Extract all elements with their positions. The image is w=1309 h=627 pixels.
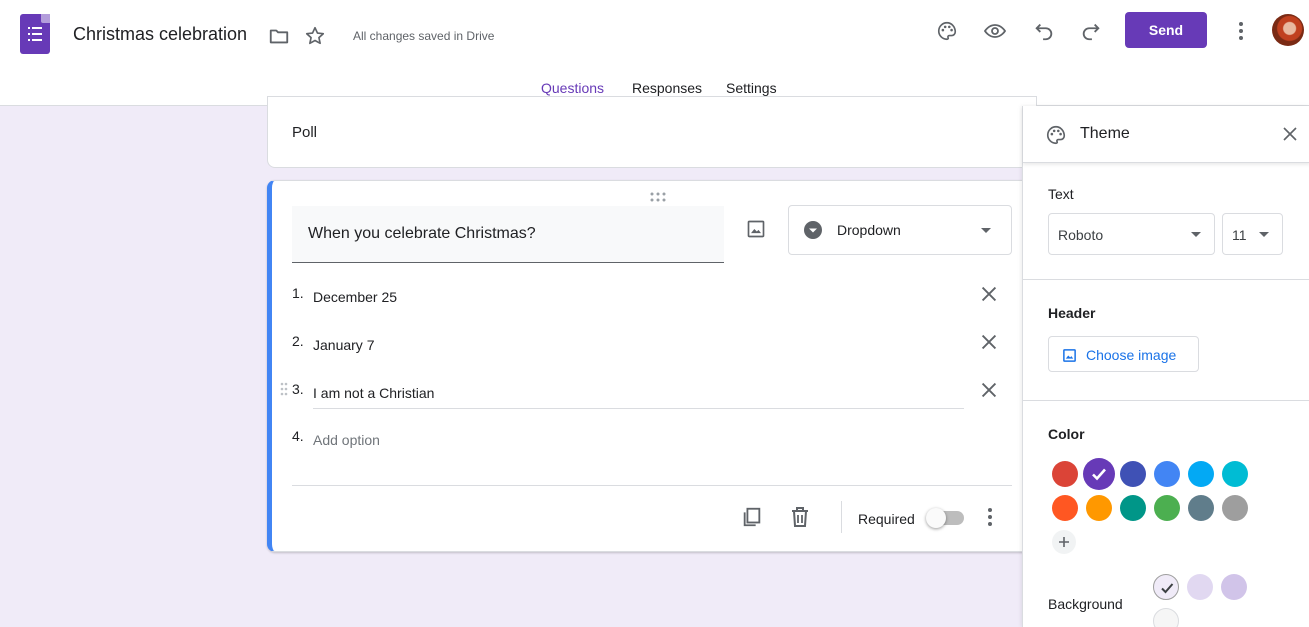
option-text[interactable]: January 7 [313,337,374,353]
choose-image-button[interactable]: Choose image [1048,336,1199,372]
section-divider [1023,400,1309,401]
background-swatch[interactable] [1153,608,1179,627]
section-card[interactable]: Poll [267,96,1037,168]
section-title[interactable]: Poll [292,124,317,141]
question-title-input[interactable]: When you celebrate Christmas? [292,206,724,263]
tab-settings[interactable]: Settings [726,80,777,96]
more-vert-icon[interactable] [1228,18,1254,44]
color-section-label: Color [1048,426,1085,442]
option-row[interactable]: 1. December 25 [292,285,997,315]
color-swatch[interactable] [1188,495,1214,521]
remove-option-icon[interactable] [978,283,1000,310]
color-swatch[interactable] [1188,461,1214,487]
section-divider [1023,279,1309,280]
text-section-label: Text [1048,186,1074,202]
color-swatch[interactable] [1154,495,1180,521]
check-icon [1092,468,1106,481]
caret-down-icon [1259,232,1269,237]
theme-panel-title: Theme [1080,125,1130,142]
color-swatch[interactable] [1083,458,1115,490]
font-size-value: 11 [1232,227,1247,243]
tab-questions[interactable]: Questions [541,80,604,96]
drag-handle-icon[interactable] [650,189,666,207]
font-select[interactable]: Roboto [1048,213,1215,255]
drag-handle-icon[interactable] [280,381,288,397]
question-type-select[interactable]: Dropdown [788,205,1012,255]
undo-icon[interactable] [1031,18,1057,44]
add-option-input[interactable]: Add option [313,432,380,448]
remove-option-icon[interactable] [978,379,1000,406]
option-underline [313,408,964,409]
choose-image-label: Choose image [1086,347,1177,363]
forms-logo-icon[interactable] [20,14,50,54]
check-icon [1161,583,1174,594]
color-swatch[interactable] [1052,495,1078,521]
close-icon[interactable] [1279,123,1301,145]
top-bar: Christmas celebration All changes saved … [0,0,1309,106]
caret-down-icon [1191,232,1201,237]
header-section-label: Header [1048,305,1096,321]
font-size-select[interactable]: 11 [1222,213,1283,255]
color-swatch[interactable] [1086,495,1112,521]
tab-responses[interactable]: Responses [632,80,702,96]
remove-option-icon[interactable] [978,331,1000,358]
palette-icon[interactable] [934,18,960,44]
image-icon[interactable] [744,217,768,241]
background-section-label: Background [1048,596,1123,612]
color-swatch[interactable] [1120,495,1146,521]
color-swatch[interactable] [1154,461,1180,487]
required-label: Required [858,511,915,527]
question-title-text: When you celebrate Christmas? [308,225,536,242]
option-row[interactable]: 2. January 7 [292,333,997,363]
redo-icon[interactable] [1078,18,1104,44]
option-number: 4. [292,428,304,444]
avatar[interactable] [1272,14,1304,46]
delete-icon[interactable] [788,505,812,529]
question-card[interactable]: When you celebrate Christmas? Dropdown 1… [267,180,1037,552]
color-swatch[interactable] [1222,495,1248,521]
color-swatch[interactable] [1052,461,1078,487]
option-number: 2. [292,333,304,349]
caret-down-icon [979,226,993,236]
color-swatch[interactable] [1222,461,1248,487]
color-swatch[interactable] [1120,461,1146,487]
option-text[interactable]: I am not a Christian [313,385,434,401]
font-select-value: Roboto [1058,227,1104,243]
option-row[interactable]: 3. I am not a Christian [280,381,997,411]
star-icon[interactable] [303,24,327,48]
theme-panel-header: Theme [1023,106,1309,163]
background-swatch[interactable] [1221,574,1247,600]
option-number: 1. [292,285,304,301]
option-text[interactable]: December 25 [313,289,397,305]
dropdown-circle-icon [803,220,823,240]
footer-vertical-divider [841,501,842,533]
document-title[interactable]: Christmas celebration [73,24,247,45]
palette-icon [1045,124,1067,146]
background-swatch[interactable] [1153,574,1179,600]
required-toggle[interactable] [926,508,964,528]
send-button[interactable]: Send [1125,12,1207,48]
more-vert-icon[interactable] [978,505,1002,529]
folder-icon[interactable] [267,24,291,48]
option-number: 3. [292,381,304,397]
eye-icon[interactable] [982,18,1008,44]
image-icon [1061,347,1077,363]
background-swatch[interactable] [1187,574,1213,600]
add-option-row[interactable]: 4. Add option [292,428,992,458]
card-footer-divider [292,485,1012,486]
add-color-button[interactable] [1052,530,1076,554]
question-type-label: Dropdown [837,222,901,238]
duplicate-icon[interactable] [740,505,764,529]
theme-panel: Theme Text Roboto 11 Header Choose image… [1022,106,1309,627]
save-status: All changes saved in Drive [353,29,495,43]
